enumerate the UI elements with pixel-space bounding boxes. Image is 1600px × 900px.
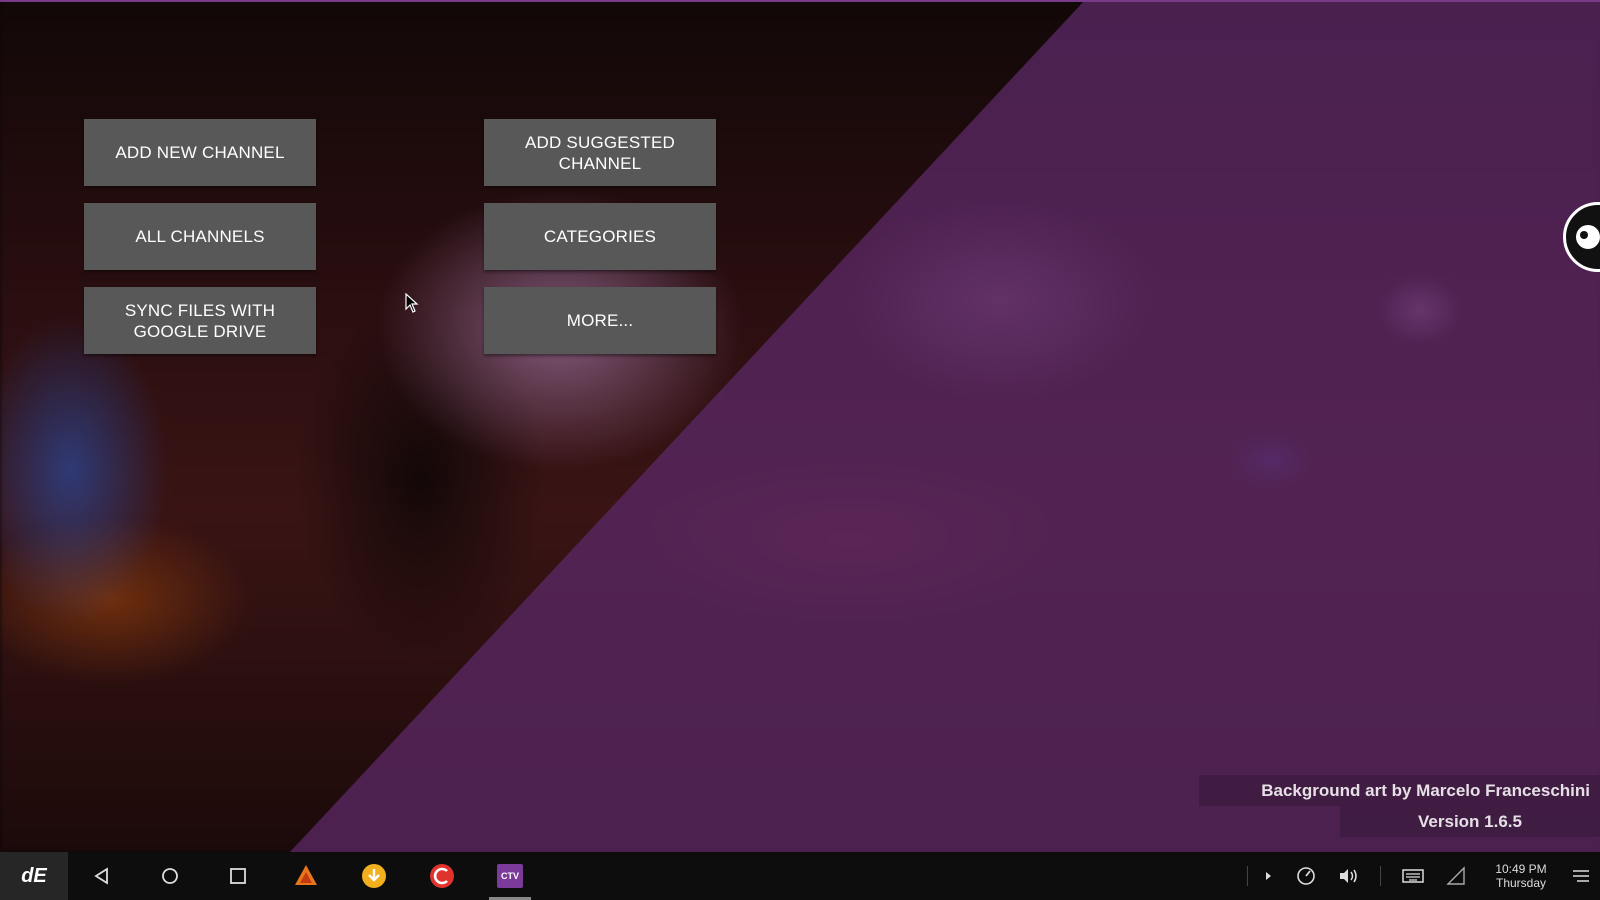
notification-list-icon [1573,870,1589,882]
taskbar-app-red-circle[interactable] [422,852,462,900]
download-app-icon [362,864,386,888]
tray-divider [1380,866,1381,886]
network-signal-button[interactable] [1441,852,1471,900]
add-new-channel-button[interactable]: ADD NEW CHANNEL [84,119,316,186]
volume-icon [1340,869,1357,883]
background-art-credit: Background art by Marcelo Franceschini [1199,775,1600,806]
sync-google-drive-button[interactable]: SYNC FILES WITH GOOGLE DRIVE [84,287,316,354]
taskbar-app-ctv[interactable]: CTV [490,852,530,900]
ctv-app-icon: CTV [497,864,523,888]
volume-button[interactable] [1334,852,1364,900]
taskbar-app-orange-triangle[interactable] [286,852,326,900]
all-channels-button[interactable]: ALL CHANNELS [84,203,316,270]
orange-triangle-app-icon [295,865,317,885]
side-game-controller-icon[interactable] [1563,202,1600,272]
notifications-button[interactable] [1566,852,1596,900]
categories-button[interactable]: CATEGORIES [484,203,716,270]
back-button[interactable] [82,852,122,900]
red-c-app-icon [430,864,454,888]
tray-divider [1247,866,1248,886]
signal-icon [1446,866,1465,885]
top-accent-line [0,0,1600,2]
add-suggested-channel-button[interactable]: ADD SUGGESTED CHANNEL [484,119,716,186]
gauge-icon [1297,867,1315,885]
start-menu-button[interactable]: dE [0,852,68,900]
performance-button[interactable] [1292,852,1320,900]
keyboard-icon [1402,869,1424,883]
version-label: Version 1.6.5 [1340,806,1600,837]
more-button[interactable]: MORE... [484,287,716,354]
start-logo-label: dE [21,864,47,887]
keyboard-button[interactable] [1398,852,1428,900]
back-triangle-icon [94,867,108,885]
clock-time: 10:49 PM [1495,862,1547,876]
clock[interactable]: 10:49 PM Thursday [1486,862,1556,890]
tray-arrow-icon [1266,872,1271,880]
tray-expand-button[interactable] [1256,852,1280,900]
clock-day: Thursday [1495,876,1547,890]
home-button[interactable] [150,852,190,900]
taskbar-app-downloader[interactable] [354,852,394,900]
taskbar: dE CTV [0,852,1600,900]
recent-square-icon [230,868,246,884]
home-circle-icon [162,868,178,884]
mouse-cursor-icon [405,293,419,313]
recent-apps-button[interactable] [218,852,258,900]
